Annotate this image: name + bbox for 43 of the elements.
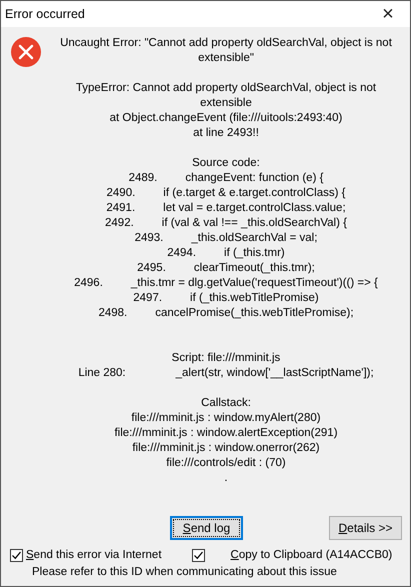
line-number: 2493. <box>134 231 164 246</box>
code-line: _alert(str, window['__lastScriptName']); <box>176 366 374 381</box>
line-number: 2496. <box>74 276 103 291</box>
callstack-entry: file:///mminit.js : window.onerror(262) <box>131 441 321 456</box>
checkbox[interactable] <box>192 549 205 562</box>
code-line: if (_this.tmr) <box>224 246 285 261</box>
line-number: 2489. <box>128 171 158 186</box>
line-number: 2491. <box>106 201 136 216</box>
code-line: if (e.target & e.target.controlClass) { <box>163 186 346 201</box>
error-message: Uncaught Error: "Cannot add property oldSearchVal, object is not extensible" <box>59 36 393 66</box>
section-heading: Callstack: <box>200 396 252 411</box>
code-line: changeEvent: function (e) { <box>185 171 324 186</box>
window-title: Error occurred <box>5 6 85 22</box>
code-line: cancelPromise(_this.webTitlePromise); <box>155 306 354 321</box>
error-detail: at Object.changeEvent (file:///uitools:2493:40) <box>108 111 344 126</box>
callstack-entry: file:///mminit.js : window.myAlert(280) <box>130 411 322 426</box>
line-number: Line 280: <box>78 366 126 381</box>
note-text: Please refer to this ID when communicating about this issue <box>31 565 338 580</box>
line-number: 2494. <box>167 246 196 261</box>
code-line: _this.tmr = dlg.getValue('requestTimeout')(() => { <box>130 276 378 291</box>
section-heading: Source code: <box>191 156 261 171</box>
line-number: 2490. <box>106 186 136 201</box>
send-log-button[interactable]: Send log <box>170 516 243 540</box>
line-number: 2492. <box>105 216 134 231</box>
checkbox-label[interactable]: Copy to Clipboard (A14ACCB0) <box>230 548 392 563</box>
code-line: let val = e.target.controlClass.value; <box>163 201 346 216</box>
line-number: 2497. <box>133 291 162 306</box>
code-line: if (_this.webTitlePromise) <box>190 291 319 306</box>
close-button[interactable]: × <box>366 1 410 27</box>
code-line: clearTimeout(_this.tmr); <box>194 261 315 276</box>
callstack-entry: file:///mminit.js : window.alertException(291) <box>113 426 339 441</box>
error-detail: at line 2493!! <box>192 126 260 141</box>
error-icon <box>10 36 42 68</box>
callstack-entry: file:///controls/edit : (70) <box>165 456 287 471</box>
details-button[interactable]: Details >> <box>329 516 402 540</box>
code-line: if (val & val !== _this.oldSearchVal) { <box>162 216 347 231</box>
line-number: 2495. <box>137 261 166 276</box>
callstack-entry: . <box>223 471 229 486</box>
script-name: Script: file:///mminit.js <box>170 351 282 366</box>
checkbox-label[interactable]: Send this error via Internet <box>26 548 162 563</box>
code-line: _this.oldSearchVal = val; <box>191 231 318 246</box>
line-number: 2498. <box>98 306 128 321</box>
checkbox[interactable] <box>10 549 23 562</box>
